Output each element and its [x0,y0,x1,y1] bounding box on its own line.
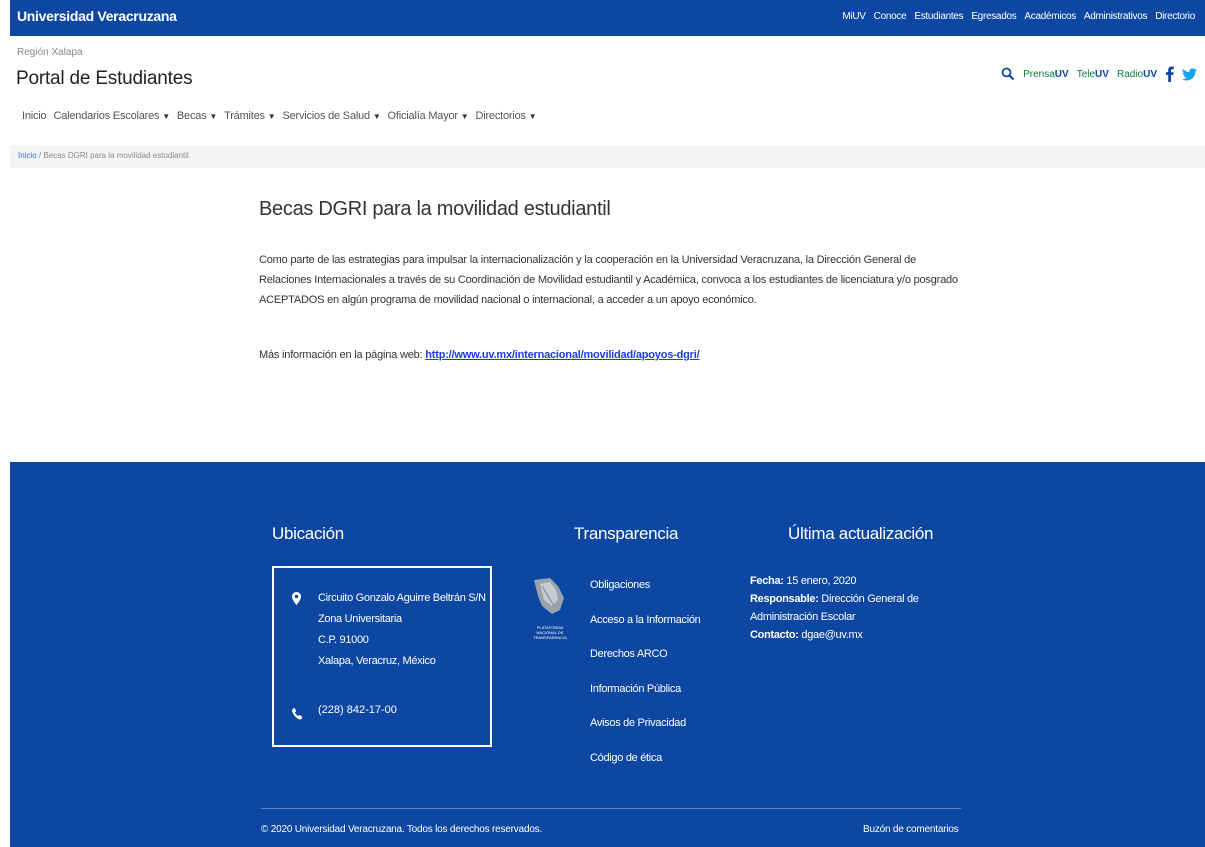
footer-divider [261,808,961,809]
caret-down-icon: ▼ [209,112,218,121]
nav-item-oficialia[interactable]: Oficialía Mayor ▼ [388,110,469,122]
link-acceso-informacion[interactable]: Acceso a la Información [590,603,701,638]
caret-down-icon: ▼ [460,112,469,121]
nav-item-tramites[interactable]: Trámites ▼ [224,110,276,122]
top-link-estudiantes[interactable]: Estudiantes [914,11,963,22]
update-heading: Última actualización [788,524,934,543]
ubicacion-heading: Ubicación [272,524,344,543]
responsable-row: Responsable: Dirección General de Admini… [750,590,920,626]
uv-suffix: UV [1143,68,1157,80]
main-nav: Inicio Calendarios Escolares ▼ Becas ▼ T… [22,110,537,122]
buzon-link[interactable]: Buzón de comentarios [863,824,959,835]
social-bar: PrensaUV TeleUV RadioUV [1001,66,1197,82]
caret-down-icon: ▼ [267,112,276,121]
top-bar: Universidad Veracruzana MiUV Conoce Estu… [10,0,1205,36]
address-line: Circuito Gonzalo Aguirre Beltrán S/N [318,592,486,604]
brand-link[interactable]: Universidad Veracruzana [17,8,177,24]
breadcrumb-trail: Inicio / Becas DGRI para la movilidad es… [18,151,189,160]
pnt-label: PLATAFORMA NACIONAL DE TRANSPARENCIA [533,625,567,640]
transparencia-links: Obligaciones Acceso a la Información Der… [590,568,701,775]
link-avisos-privacidad[interactable]: Avisos de Privacidad [590,706,701,741]
twitter-icon[interactable] [1182,67,1197,81]
top-link-conoce[interactable]: Conoce [874,11,907,22]
nav-item-calendarios[interactable]: Calendarios Escolares ▼ [53,110,170,122]
pnt-logo[interactable]: PLATAFORMA NACIONAL DE TRANSPARENCIA [528,576,568,640]
address-line: Zona Universitaria [318,613,402,625]
fecha-label: Fecha: [750,575,784,587]
more-info-link[interactable]: http://www.uv.mx/internacional/movilidad… [425,349,699,361]
fecha-row: Fecha: 15 enero, 2020 [750,572,920,590]
facebook-icon[interactable] [1165,66,1174,82]
top-link-academicos[interactable]: Académicos [1024,11,1076,22]
caret-down-icon: ▼ [372,112,381,121]
nav-label: Directorios [475,110,526,122]
nav-label: Becas [176,110,207,122]
nav-item-inicio[interactable]: Inicio [22,110,47,122]
breadcrumb: Inicio / Becas DGRI para la movilidad es… [10,145,1205,168]
page-title: Becas DGRI para la movilidad estudiantil [259,198,611,220]
nav-item-salud[interactable]: Servicios de Salud ▼ [282,110,380,122]
breadcrumb-current: Becas DGRI para la movilidad estudiantil [43,151,189,160]
radio-uv-link[interactable]: RadioUV [1117,69,1157,80]
address-line: C.P. 91000 [318,634,369,646]
nav-label: Oficialía Mayor [387,110,459,122]
nav-label: Servicios de Salud [282,110,370,122]
responsable-label: Responsable: [750,593,819,605]
breadcrumb-home[interactable]: Inicio [18,151,37,160]
uv-suffix: UV [1054,68,1069,80]
caret-down-icon: ▼ [528,112,537,121]
top-link-administrativos[interactable]: Administrativos [1084,11,1148,22]
link-obligaciones[interactable]: Obligaciones [590,568,701,603]
contacto-row: Contacto: dgae@uv.mx [750,626,920,644]
top-link-egresados[interactable]: Egresados [971,11,1016,22]
link-informacion-publica[interactable]: Información Pública [590,672,701,707]
nav-label: Calendarios Escolares [53,110,160,122]
radio-label: Radio [1116,68,1144,80]
phone-icon [292,707,303,725]
breadcrumb-separator: / [38,151,42,160]
region-label: Región Xalapa [17,47,83,58]
footer: Ubicación Circuito Gonzalo Aguirre Beltr… [10,462,1205,847]
copyright: © 2020 Universidad Veracruzana. Todos lo… [261,824,543,835]
uv-suffix: UV [1095,68,1109,80]
nav-label: Inicio [22,110,47,122]
caret-down-icon: ▼ [162,112,170,121]
more-info: Más información en la página web: http:/… [259,345,700,365]
more-info-label: Más información en la página web: [259,349,423,361]
address-box: Circuito Gonzalo Aguirre Beltrán S/N Zon… [272,566,492,747]
update-info: Fecha: 15 enero, 2020 Responsable: Direc… [750,572,920,644]
address-text: Circuito Gonzalo Aguirre Beltrán S/N Zon… [318,588,486,672]
phone-number[interactable]: (228) 842-17-00 [318,704,397,716]
nav-label: Trámites [224,110,265,122]
map-pin-icon [292,592,301,610]
tele-label: Tele [1076,68,1096,80]
nav-item-directorios[interactable]: Directorios ▼ [475,110,536,122]
top-link-directorio[interactable]: Directorio [1155,11,1195,22]
link-derechos-arco[interactable]: Derechos ARCO [590,637,701,672]
address-line: Xalapa, Veracruz, México [318,655,436,667]
intro-paragraph: Como parte de las estrategias para impul… [259,254,958,306]
contacto-email[interactable]: dgae@uv.mx [801,629,862,641]
contacto-label: Contacto: [750,629,799,641]
transparencia-heading: Transparencia [574,524,679,543]
link-codigo-etica[interactable]: Código de ética [590,741,701,776]
fecha-value: 15 enero, 2020 [786,575,857,587]
tele-uv-link[interactable]: TeleUV [1077,69,1109,80]
main-content: Becas DGRI para la movilidad estudiantil… [259,198,979,361]
prensa-label: Prensa [1023,68,1055,80]
top-link-miuv[interactable]: MiUV [842,11,866,22]
nav-item-becas[interactable]: Becas ▼ [177,110,217,122]
prensa-uv-link[interactable]: PrensaUV [1023,69,1069,80]
top-links: MiUV Conoce Estudiantes Egresados Académ… [842,11,1195,22]
portal-title[interactable]: Portal de Estudiantes [16,68,193,90]
search-icon[interactable] [1001,67,1015,81]
